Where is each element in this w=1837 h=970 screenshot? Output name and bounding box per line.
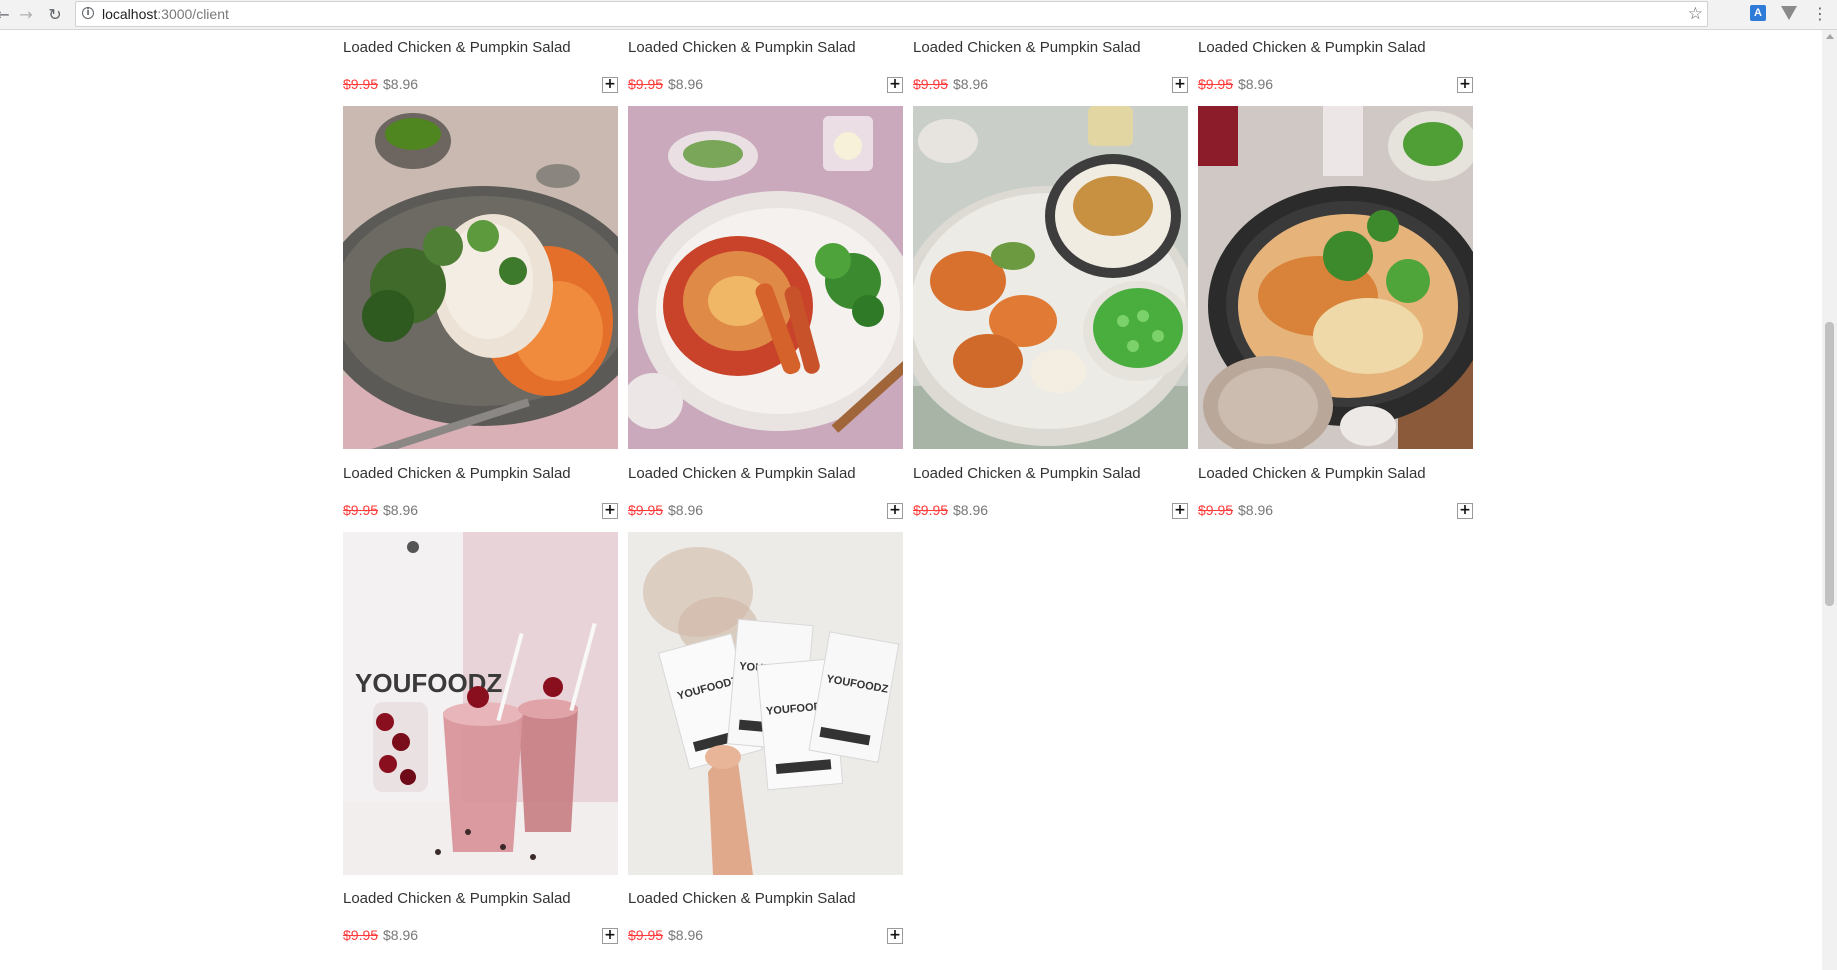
reload-icon[interactable]: ↻ <box>44 4 66 26</box>
sale-price: $8.96 <box>668 927 704 943</box>
sale-price: $8.96 <box>668 76 704 92</box>
original-price: $9.95 <box>343 76 379 92</box>
product-title[interactable]: Loaded Chicken & Pumpkin Salad <box>1198 465 1426 482</box>
add-to-cart-button[interactable]: + <box>887 503 903 519</box>
product-title[interactable]: Loaded Chicken & Pumpkin Salad <box>343 890 571 907</box>
product-title[interactable]: Loaded Chicken & Pumpkin Salad <box>628 890 856 907</box>
product-title[interactable]: Loaded Chicken & Pumpkin Salad <box>913 465 1141 482</box>
original-price: $9.95 <box>343 927 379 943</box>
original-price: $9.95 <box>628 927 664 943</box>
vue-devtools-icon[interactable] <box>1781 6 1797 20</box>
product-title[interactable]: Loaded Chicken & Pumpkin Salad <box>343 465 571 482</box>
extension-icon[interactable]: A <box>1750 5 1766 21</box>
sale-price: $8.96 <box>383 502 419 518</box>
forward-arrow-icon[interactable]: → <box>15 4 37 26</box>
original-price: $9.95 <box>1198 502 1234 518</box>
sale-price: $8.96 <box>1238 502 1274 518</box>
add-to-cart-button[interactable]: + <box>602 503 618 519</box>
url-path: :3000/client <box>157 6 229 22</box>
add-to-cart-button[interactable]: + <box>1172 503 1188 519</box>
back-arrow-icon[interactable]: ← <box>0 4 14 26</box>
page-scrollbar[interactable] <box>1822 30 1837 970</box>
add-to-cart-button[interactable]: + <box>1457 503 1473 519</box>
product-title[interactable]: Loaded Chicken & Pumpkin Salad <box>343 39 571 56</box>
product-image[interactable]: YOUFOODZ <box>343 532 618 875</box>
original-price: $9.95 <box>343 502 379 518</box>
original-price: $9.95 <box>913 76 949 92</box>
add-to-cart-button[interactable]: + <box>1457 77 1473 93</box>
browser-menu-icon[interactable]: ⋮ <box>1812 4 1828 24</box>
sale-price: $8.96 <box>953 76 989 92</box>
scroll-up-arrow-icon[interactable] <box>1826 34 1834 39</box>
scrollbar-thumb[interactable] <box>1825 322 1834 606</box>
original-price: $9.95 <box>628 76 664 92</box>
product-image[interactable] <box>1198 106 1473 449</box>
add-to-cart-button[interactable]: + <box>602 77 618 93</box>
product-title[interactable]: Loaded Chicken & Pumpkin Salad <box>913 39 1141 56</box>
sale-price: $8.96 <box>383 927 419 943</box>
url-host: localhost <box>102 6 158 22</box>
original-price: $9.95 <box>628 502 664 518</box>
info-icon[interactable]: i <box>82 7 94 19</box>
url-text[interactable]: localhost:3000/client <box>102 6 229 22</box>
product-image[interactable]: YOUFOODZ YOUFOODZ YOUFOODZ YOUFOODZ <box>628 532 903 875</box>
sale-price: $8.96 <box>383 76 419 92</box>
product-title[interactable]: Loaded Chicken & Pumpkin Salad <box>628 39 856 56</box>
add-to-cart-button[interactable]: + <box>887 77 903 93</box>
sale-price: $8.96 <box>953 502 989 518</box>
original-price: $9.95 <box>913 502 949 518</box>
product-title[interactable]: Loaded Chicken & Pumpkin Salad <box>1198 39 1426 56</box>
product-image[interactable] <box>343 106 618 449</box>
add-to-cart-button[interactable]: + <box>1172 77 1188 93</box>
browser-toolbar: ← → ↻ i localhost:3000/client ☆ A ⋮ <box>0 0 1837 30</box>
sale-price: $8.96 <box>1238 76 1274 92</box>
add-to-cart-button[interactable]: + <box>887 928 903 944</box>
product-image[interactable] <box>913 106 1188 449</box>
product-title[interactable]: Loaded Chicken & Pumpkin Salad <box>628 465 856 482</box>
sale-price: $8.96 <box>668 502 704 518</box>
bookmark-star-icon[interactable]: ☆ <box>1688 4 1703 24</box>
add-to-cart-button[interactable]: + <box>602 928 618 944</box>
original-price: $9.95 <box>1198 76 1234 92</box>
address-bar[interactable]: i localhost:3000/client ☆ <box>75 1 1708 27</box>
product-image[interactable] <box>628 106 903 449</box>
